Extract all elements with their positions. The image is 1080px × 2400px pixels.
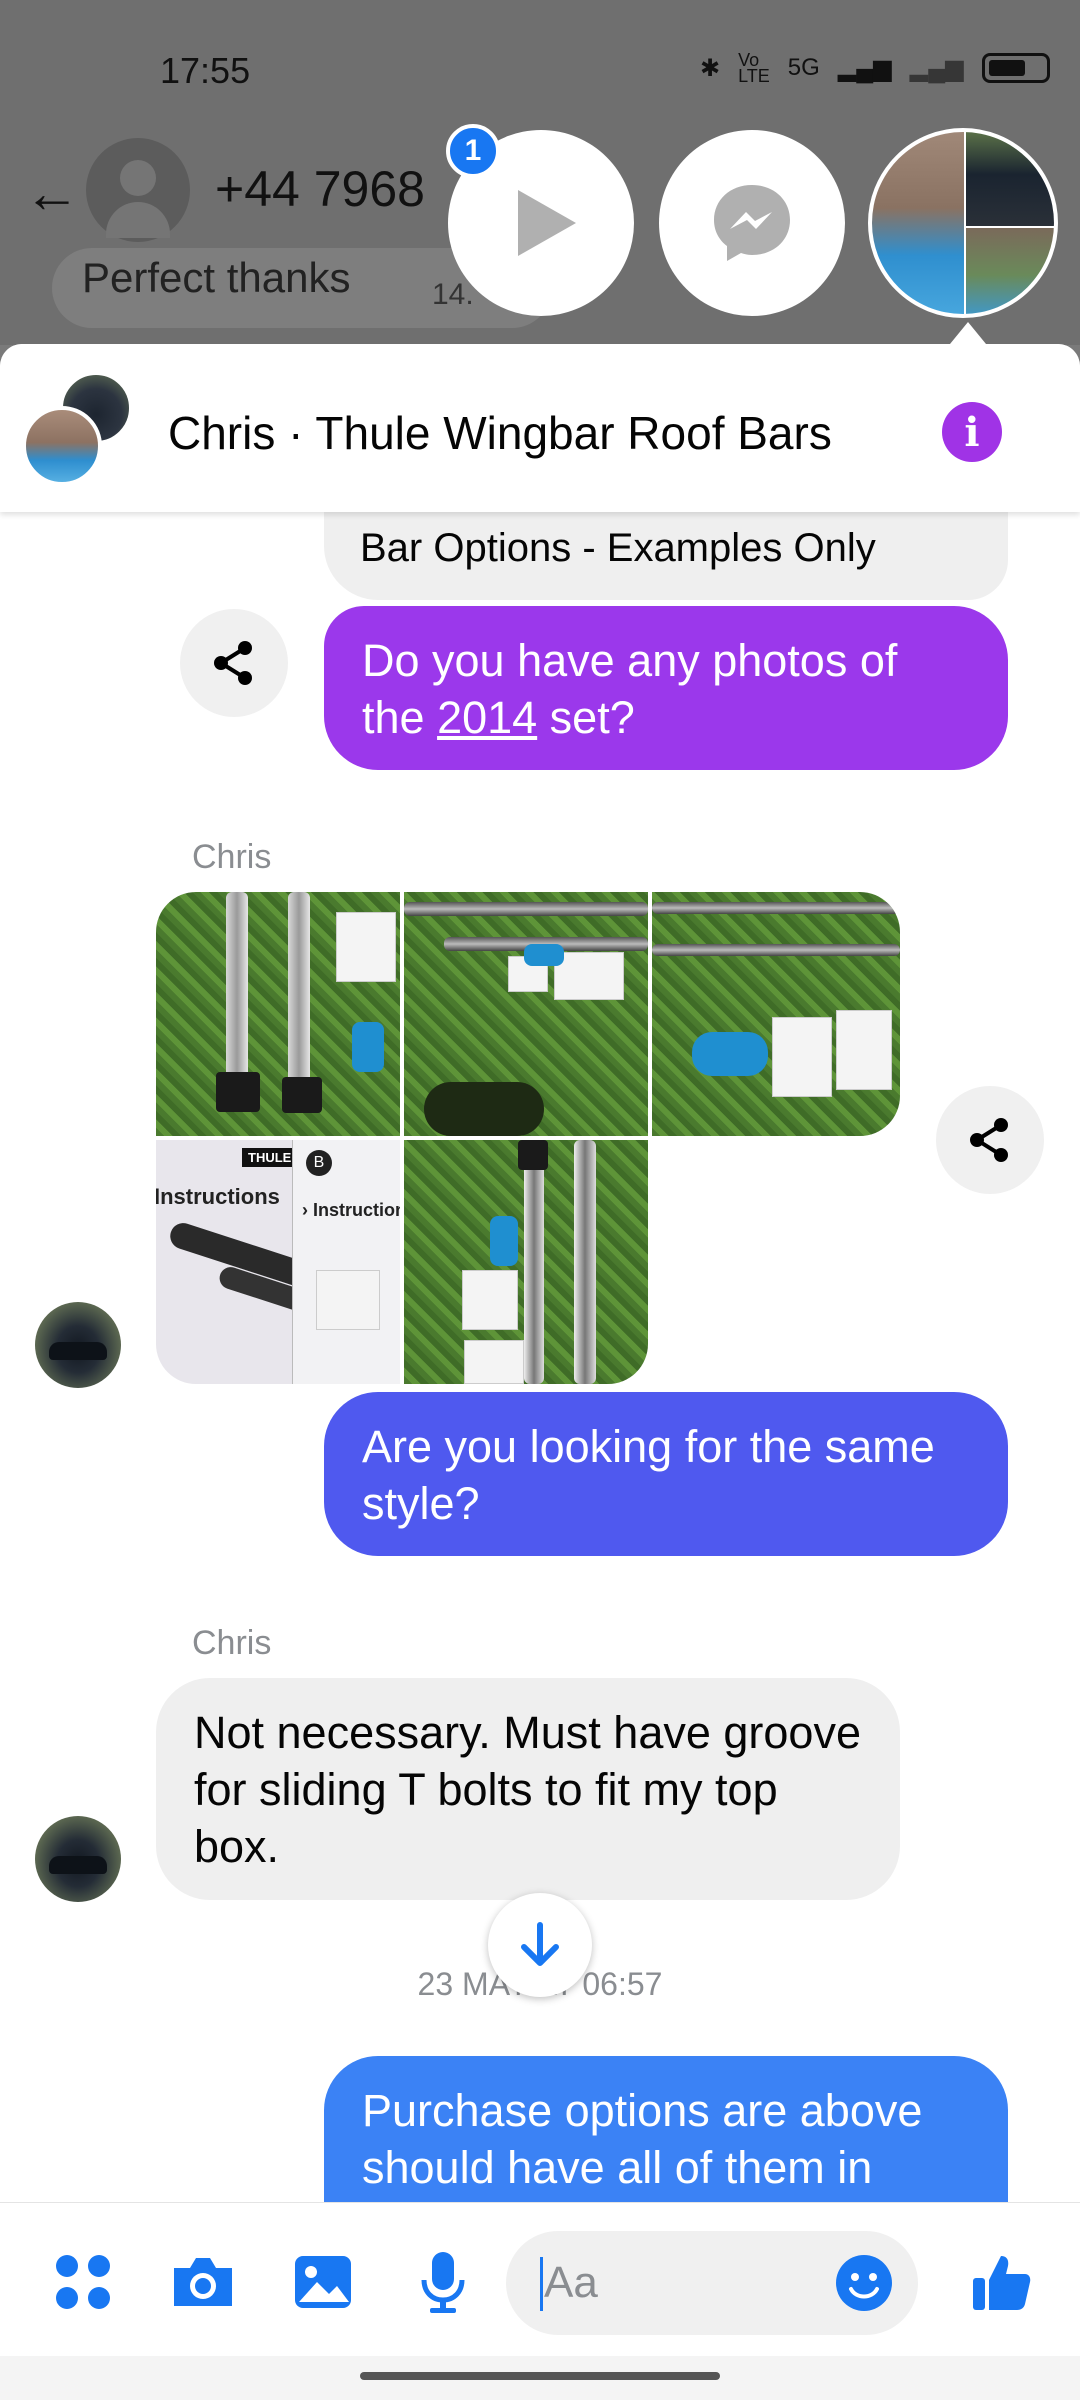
emoji-icon[interactable] xyxy=(834,2253,894,2313)
message-input[interactable] xyxy=(544,2251,804,2315)
share-button[interactable] xyxy=(936,1086,1044,1194)
share-icon xyxy=(214,641,252,685)
avatar xyxy=(86,138,190,242)
gallery-icon[interactable] xyxy=(288,2247,358,2317)
messenger-icon xyxy=(714,185,790,261)
background-message-time: 14. xyxy=(432,278,474,311)
message-bubble-question: Do you have any photos of the 2014 set? xyxy=(324,606,1008,770)
chat-head-photo-child xyxy=(872,132,964,314)
home-indicator[interactable] xyxy=(360,2372,720,2380)
chat-head-photo-car xyxy=(966,132,1054,226)
info-icon[interactable]: i xyxy=(942,402,1002,462)
battery-icon xyxy=(981,53,1050,83)
message-bubble-same-style: Are you looking for the same style? xyxy=(324,1392,1008,1556)
message-text: should have all of them in xyxy=(362,2142,873,2193)
message-text: Not necessary. Must have groove for slid… xyxy=(194,1707,861,1872)
chat-panel: Chris · Thule Wingbar Roof Bars i Bar Op… xyxy=(0,344,1080,2356)
contact-phone-number: +44 7968 xyxy=(215,161,425,217)
thumbs-up-icon[interactable] xyxy=(966,2247,1036,2317)
avatar[interactable] xyxy=(35,1302,121,1388)
network-label: 5G xyxy=(787,54,820,81)
status-time: 17:55 xyxy=(160,50,251,91)
scroll-to-bottom-button[interactable] xyxy=(488,1893,592,1997)
sender-name: Chris xyxy=(192,1624,272,1662)
background-message-text: Perfect thanks xyxy=(82,254,351,301)
photo-thumbnail[interactable]: THULE Instructions B › Instructions xyxy=(156,1140,400,1384)
messenger-chat-head[interactable] xyxy=(659,130,845,316)
contact-chat-head[interactable] xyxy=(868,128,1058,318)
photo-thumbnail[interactable] xyxy=(652,892,900,1136)
arrow-down-icon xyxy=(521,1922,559,1966)
volte-icon: Vo LTE xyxy=(738,50,770,86)
apps-icon[interactable] xyxy=(48,2247,118,2317)
message-text: set? xyxy=(537,692,635,743)
back-arrow-icon[interactable]: ← xyxy=(24,160,80,225)
message-text: Are you looking for the same style? xyxy=(362,1421,935,1529)
photo-thumbnail[interactable] xyxy=(404,892,648,1136)
chat-head-pointer xyxy=(950,322,986,344)
message-bubble-reply: Not necessary. Must have groove for slid… xyxy=(156,1678,900,1900)
status-icons: ✱ Vo LTE 5G ▂▄▆ ▂▄▆ xyxy=(700,50,1050,86)
signal-icon-2: ▂▄▆ xyxy=(909,54,964,82)
photo-grid: THULE Instructions B › Instructions xyxy=(156,892,900,1384)
status-bar: 17:55 ✱ Vo LTE 5G ▂▄▆ ▂▄▆ xyxy=(0,0,1080,130)
play-icon xyxy=(518,190,576,256)
share-icon xyxy=(970,1118,1008,1162)
instructions-title-2: › Instructions xyxy=(302,1200,400,1220)
message-text: Purchase options are above xyxy=(362,2085,923,2136)
avatar xyxy=(22,406,102,486)
message-bubble-bar-options: Bar Options - Examples Only xyxy=(324,512,1008,600)
microphone-icon[interactable] xyxy=(408,2247,478,2317)
photo-thumbnail[interactable] xyxy=(404,1140,648,1384)
signal-icon: ▂▄▆ xyxy=(837,54,892,82)
bluetooth-icon: ✱ xyxy=(700,54,721,82)
unread-badge: 1 xyxy=(446,124,500,178)
message-bubble-purchase: Purchase options are above should have a… xyxy=(324,2056,1008,2202)
message-link[interactable]: 2014 xyxy=(437,692,537,743)
share-button[interactable] xyxy=(180,609,288,717)
camera-icon[interactable] xyxy=(168,2247,238,2317)
chat-header: Chris · Thule Wingbar Roof Bars i xyxy=(0,344,1080,512)
instructions-brand: THULE xyxy=(242,1148,298,1167)
photo-thumbnail[interactable] xyxy=(156,892,400,1136)
gesture-nav-area xyxy=(0,2356,1080,2400)
sender-name: Chris xyxy=(192,838,272,876)
b-logo-icon: B xyxy=(306,1150,332,1176)
composer-bar xyxy=(0,2202,1080,2356)
chat-head-photo-child-2 xyxy=(966,228,1054,314)
conversation-title[interactable]: Chris · Thule Wingbar Roof Bars xyxy=(168,406,832,460)
message-text: Bar Options - Examples Only xyxy=(360,526,876,570)
instructions-title: Instructions xyxy=(156,1184,280,1209)
message-input-pill[interactable] xyxy=(506,2231,918,2335)
avatar[interactable] xyxy=(35,1816,121,1902)
text-caret xyxy=(540,2257,543,2311)
